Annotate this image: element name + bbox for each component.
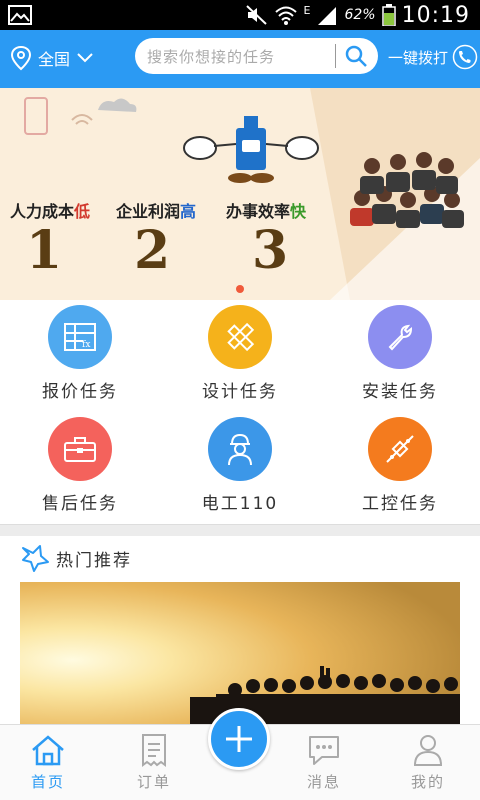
banner-slogan-1: 人力成本低 <box>10 202 91 221</box>
category-label: 售后任务 <box>42 494 118 514</box>
carousel-indicator[interactable] <box>236 285 244 293</box>
publish-fab-button[interactable] <box>208 708 270 770</box>
nav-label: 首页 <box>30 773 65 791</box>
nav-label: 我的 <box>410 773 445 791</box>
battery-percent: 62% <box>344 7 376 23</box>
category-electrician-110[interactable]: 电工110 <box>160 412 320 524</box>
home-icon <box>32 735 64 766</box>
svg-text:fx: fx <box>82 340 90 350</box>
category-label: 电工110 <box>201 494 279 514</box>
call-button[interactable]: 一键拨打 <box>388 44 478 70</box>
banner-number-2: 2 <box>134 220 171 281</box>
user-icon <box>413 735 443 766</box>
search-input[interactable]: 搜索你想接的任务 <box>147 46 275 67</box>
clock: 10:19 <box>401 2 470 28</box>
category-label: 安装任务 <box>362 382 438 402</box>
banner-slogan-3: 办事效率快 <box>226 202 307 221</box>
category-grid: fx 报价任务 设计任务 安装任务 售后任务 电工110 工控任务 <box>0 300 480 524</box>
promo-banner[interactable]: 人力成本低 企业利润高 办事效率快 1 2 3 <box>0 88 480 300</box>
wrench-icon <box>368 305 432 369</box>
search-icon[interactable] <box>344 44 368 68</box>
banner-number-3: 3 <box>252 220 289 281</box>
gallery-icon <box>8 5 32 25</box>
nav-orders[interactable]: 订单 <box>106 725 202 800</box>
call-label: 一键拨打 <box>387 48 448 67</box>
category-design-task[interactable]: 设计任务 <box>160 300 320 412</box>
category-install-task[interactable]: 安装任务 <box>320 300 480 412</box>
receipt-icon <box>142 734 166 767</box>
chevron-down-icon <box>77 53 93 63</box>
location-selector[interactable]: 全国 <box>10 45 94 71</box>
plus-icon <box>226 726 252 752</box>
banner-number-1: 1 <box>26 220 63 281</box>
nav-label: 消息 <box>306 773 341 791</box>
search-divider <box>335 44 336 68</box>
search-box[interactable]: 搜索你想接的任务 <box>135 38 378 74</box>
top-bar: 全国 搜索你想接的任务 一键拨打 <box>0 30 480 88</box>
calculator-icon: fx <box>48 305 112 369</box>
category-control-task[interactable]: 工控任务 <box>320 412 480 524</box>
hot-recommend-header: 热门推荐 <box>0 536 480 580</box>
banner-slogan-2: 企业利润高 <box>116 202 197 221</box>
hot-recommend-title: 热门推荐 <box>56 551 132 571</box>
circuit-icon <box>368 417 432 481</box>
chat-icon <box>309 736 339 765</box>
sunset-team-photo <box>20 582 460 724</box>
location-label: 全国 <box>38 50 71 69</box>
status-bar: E 62% 10:19 <box>0 0 480 30</box>
category-label: 报价任务 <box>42 382 118 402</box>
category-label: 设计任务 <box>202 382 278 402</box>
nav-profile[interactable]: 我的 <box>380 725 476 800</box>
category-label: 工控任务 <box>362 494 438 514</box>
pencil-ruler-icon <box>208 305 272 369</box>
category-aftersales-task[interactable]: 售后任务 <box>0 412 160 524</box>
wifi-icon <box>274 6 297 25</box>
nav-label: 订单 <box>136 773 171 791</box>
battery-icon <box>381 4 396 26</box>
banner-illustration <box>24 88 480 300</box>
network-type: E <box>303 3 311 17</box>
signal-icon <box>318 7 337 25</box>
nav-messages[interactable]: 消息 <box>276 725 372 800</box>
phone-icon <box>452 44 478 70</box>
electrician-icon <box>208 417 272 481</box>
location-pin-icon <box>10 45 32 71</box>
toolbox-icon <box>48 417 112 481</box>
hot-recommend-image[interactable] <box>20 582 460 724</box>
section-divider <box>0 524 480 536</box>
mute-icon <box>245 5 267 25</box>
category-quote-task[interactable]: fx 报价任务 <box>0 300 160 412</box>
star-icon <box>22 545 49 572</box>
nav-home[interactable]: 首页 <box>0 725 96 800</box>
